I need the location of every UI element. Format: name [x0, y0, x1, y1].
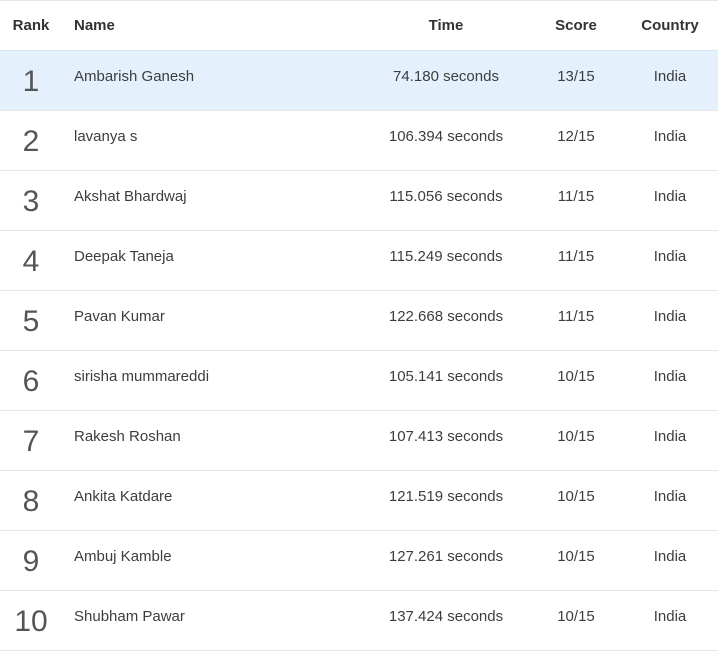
time-cell: 115.249 seconds [389, 247, 503, 265]
score-cell: 12/15 [557, 127, 595, 145]
time-cell: 121.519 seconds [388, 487, 504, 505]
rank-cell: 3 [22, 185, 40, 218]
country-cell: India [653, 127, 687, 145]
table-row: 7 Rakesh Roshan 107.413 seconds 10/15 In… [0, 410, 718, 470]
name-cell: Deepak Taneja [74, 247, 174, 265]
time-cell: 74.180 seconds [393, 67, 499, 85]
table-row: 1 Ambarish Ganesh 74.180 seconds 13/15 I… [0, 50, 718, 110]
column-header-rank: Rank [12, 16, 50, 34]
country-cell: India [653, 607, 687, 625]
leaderboard-table: Rank Name Time Score Country 1 Ambarish … [0, 1, 718, 651]
name-cell: Ankita Katdare [74, 487, 173, 505]
rank-cell: 8 [22, 485, 40, 518]
score-cell: 13/15 [557, 67, 595, 85]
table-row: 6 sirisha mummareddi 105.141 seconds 10/… [0, 350, 718, 410]
time-cell: 127.261 seconds [388, 547, 504, 565]
name-cell: Akshat Bhardwaj [74, 187, 187, 205]
name-cell: Rakesh Roshan [74, 427, 181, 445]
name-cell: Pavan Kumar [74, 307, 165, 325]
time-cell: 115.056 seconds [389, 187, 503, 205]
time-cell: 137.424 seconds [388, 607, 504, 625]
score-cell: 10/15 [557, 547, 595, 565]
table-row: 8 Ankita Katdare 121.519 seconds 10/15 I… [0, 470, 718, 530]
country-cell: India [653, 67, 687, 85]
table-header: Rank Name Time Score Country [0, 1, 718, 50]
rank-cell: 10 [14, 605, 48, 638]
table-row: 4 Deepak Taneja 115.249 seconds 11/15 In… [0, 230, 718, 290]
table-row: 9 Ambuj Kamble 127.261 seconds 10/15 Ind… [0, 530, 718, 590]
column-header-name: Name [74, 16, 115, 34]
rank-cell: 4 [22, 245, 40, 278]
rank-cell: 2 [22, 125, 40, 158]
header-row: Rank Name Time Score Country [0, 1, 718, 50]
column-header-time: Time [428, 16, 464, 34]
table-row: 2 lavanya s 106.394 seconds 12/15 India [0, 110, 718, 170]
table-row: 5 Pavan Kumar 122.668 seconds 11/15 Indi… [0, 290, 718, 350]
time-cell: 122.668 seconds [388, 307, 504, 325]
name-cell: Ambarish Ganesh [74, 67, 195, 85]
table-row: 3 Akshat Bhardwaj 115.056 seconds 11/15 … [0, 170, 718, 230]
rank-cell: 1 [22, 65, 40, 98]
score-cell: 10/15 [557, 367, 595, 385]
table-row: 10 Shubham Pawar 137.424 seconds 10/15 I… [0, 590, 718, 650]
name-cell: lavanya s [74, 127, 138, 145]
score-cell: 11/15 [557, 247, 595, 265]
time-cell: 105.141 seconds [388, 367, 504, 385]
score-cell: 11/15 [557, 307, 595, 325]
rank-cell: 7 [22, 425, 40, 458]
score-cell: 10/15 [557, 607, 595, 625]
rank-cell: 5 [22, 305, 40, 338]
time-cell: 106.394 seconds [388, 127, 504, 145]
country-cell: India [653, 487, 687, 505]
time-cell: 107.413 seconds [388, 427, 504, 445]
column-header-score: Score [555, 16, 597, 34]
score-cell: 10/15 [557, 427, 595, 445]
country-cell: India [653, 547, 687, 565]
score-cell: 11/15 [557, 187, 595, 205]
column-header-country: Country [641, 16, 699, 34]
rank-cell: 9 [22, 545, 40, 578]
rank-cell: 6 [22, 365, 40, 398]
country-cell: India [653, 367, 687, 385]
country-cell: India [653, 247, 687, 265]
name-cell: sirisha mummareddi [74, 367, 210, 385]
country-cell: India [653, 427, 687, 445]
country-cell: India [653, 307, 687, 325]
country-cell: India [653, 187, 687, 205]
table-body: 1 Ambarish Ganesh 74.180 seconds 13/15 I… [0, 50, 718, 650]
name-cell: Ambuj Kamble [74, 547, 172, 565]
score-cell: 10/15 [557, 487, 595, 505]
leaderboard: Rank Name Time Score Country 1 Ambarish … [0, 0, 718, 653]
name-cell: Shubham Pawar [74, 607, 185, 625]
